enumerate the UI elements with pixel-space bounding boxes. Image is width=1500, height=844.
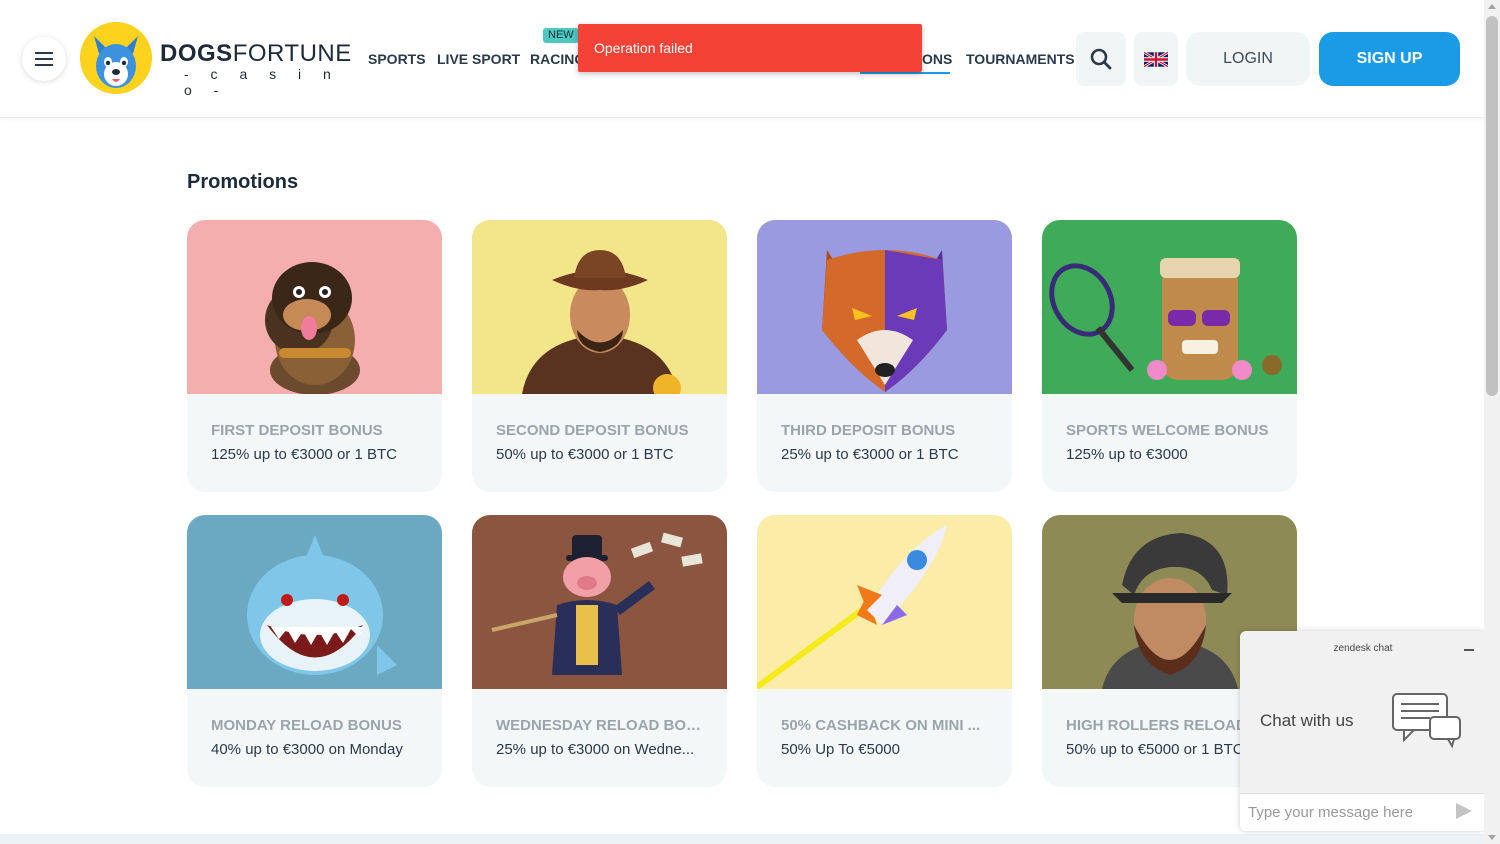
chat-widget[interactable]: zendesk chat Chat with us (1240, 631, 1486, 831)
promo-subtitle: 50% Up To €5000 (781, 741, 900, 758)
promo-subtitle: 25% up to €3000 or 1 BTC (781, 446, 959, 463)
language-button[interactable] (1134, 32, 1178, 86)
search-icon (1090, 48, 1112, 70)
promo-card-wednesday-reload[interactable]: WEDNESDAY RELOAD BON... 25% up to €3000 … (472, 515, 727, 787)
uk-flag-icon (1144, 51, 1168, 67)
nav-promotions[interactable]: ONS (922, 51, 952, 67)
page-scrollbar[interactable] (1484, 0, 1500, 844)
promo-title: THIRD DEPOSIT BONUS (781, 422, 956, 439)
chat-minimize-button[interactable] (1464, 649, 1474, 651)
promo-image (187, 220, 442, 394)
login-button[interactable]: LOGIN (1186, 32, 1310, 86)
promo-subtitle: 40% up to €3000 on Monday (211, 741, 403, 758)
promo-card-monday-reload[interactable]: MONDAY RELOAD BONUS 40% up to €3000 on M… (187, 515, 442, 787)
logo-wordmark: DOGSFORTUNE (160, 40, 352, 67)
promo-card-third-deposit[interactable]: THIRD DEPOSIT BONUS 25% up to €3000 or 1… (757, 220, 1012, 492)
promo-title: SPORTS WELCOME BONUS (1066, 422, 1269, 439)
promo-image (472, 220, 727, 394)
promo-title: FIRST DEPOSIT BONUS (211, 422, 383, 439)
chat-prompt: Chat with us (1260, 711, 1354, 730)
promo-title: SECOND DEPOSIT BONUS (496, 422, 689, 439)
promo-subtitle: 125% up to €3000 or 1 BTC (211, 446, 397, 463)
nav-active-indicator (860, 72, 950, 74)
promo-image (187, 515, 442, 689)
nav-tournaments[interactable]: TOURNAMENTS (966, 51, 1075, 67)
new-badge: NEW (543, 28, 579, 43)
promo-title: 50% CASHBACK ON MINI ... (781, 717, 981, 734)
promo-title: MONDAY RELOAD BONUS (211, 717, 402, 734)
page-title: Promotions (187, 171, 299, 193)
chat-message-input[interactable] (1240, 793, 1486, 831)
send-icon[interactable] (1456, 803, 1472, 819)
nav-live-sport[interactable]: LIVE SPORT (437, 51, 520, 67)
promo-image (472, 515, 727, 689)
chat-brand: zendesk chat (1333, 643, 1393, 654)
promo-card-second-deposit[interactable]: SECOND DEPOSIT BONUS 50% up to €3000 or … (472, 220, 727, 492)
promo-subtitle: 125% up to €3000 (1066, 446, 1188, 463)
logo-tagline: - c a s i n o - (184, 66, 340, 98)
promo-card-first-deposit[interactable]: FIRST DEPOSIT BONUS 125% up to €3000 or … (187, 220, 442, 492)
promo-image (757, 515, 1012, 689)
promo-card-cashback-mini[interactable]: 50% CASHBACK ON MINI ... 50% Up To €5000 (757, 515, 1012, 787)
scroll-down-arrow-icon[interactable] (1488, 835, 1496, 840)
promo-image (1042, 220, 1297, 394)
promo-card-sports-welcome[interactable]: SPORTS WELCOME BONUS 125% up to €3000 (1042, 220, 1297, 492)
footer-strip (0, 834, 1484, 844)
signup-button[interactable]: SIGN UP (1319, 32, 1460, 86)
scroll-thumb[interactable] (1486, 16, 1498, 396)
dog-logo-icon (80, 22, 152, 94)
scroll-up-arrow-icon[interactable] (1488, 4, 1496, 9)
page: DOGSFORTUNE - c a s i n o - NEW SPORTS L… (0, 0, 1500, 844)
site-logo[interactable]: DOGSFORTUNE - c a s i n o - (80, 22, 351, 98)
nav-sports[interactable]: SPORTS (368, 51, 426, 67)
promo-title: WEDNESDAY RELOAD BON... (496, 717, 706, 734)
chat-bubbles-icon (1390, 691, 1464, 754)
promo-subtitle: 50% up to €3000 or 1 BTC (496, 446, 674, 463)
promo-image (757, 220, 1012, 394)
nav-racing[interactable]: RACING (530, 51, 585, 67)
promo-subtitle: 25% up to €3000 on Wedne... (496, 741, 695, 758)
error-toast: Operation failed (578, 24, 922, 72)
hamburger-icon (35, 50, 53, 68)
hamburger-menu-button[interactable] (22, 37, 66, 81)
search-button[interactable] (1076, 32, 1126, 86)
